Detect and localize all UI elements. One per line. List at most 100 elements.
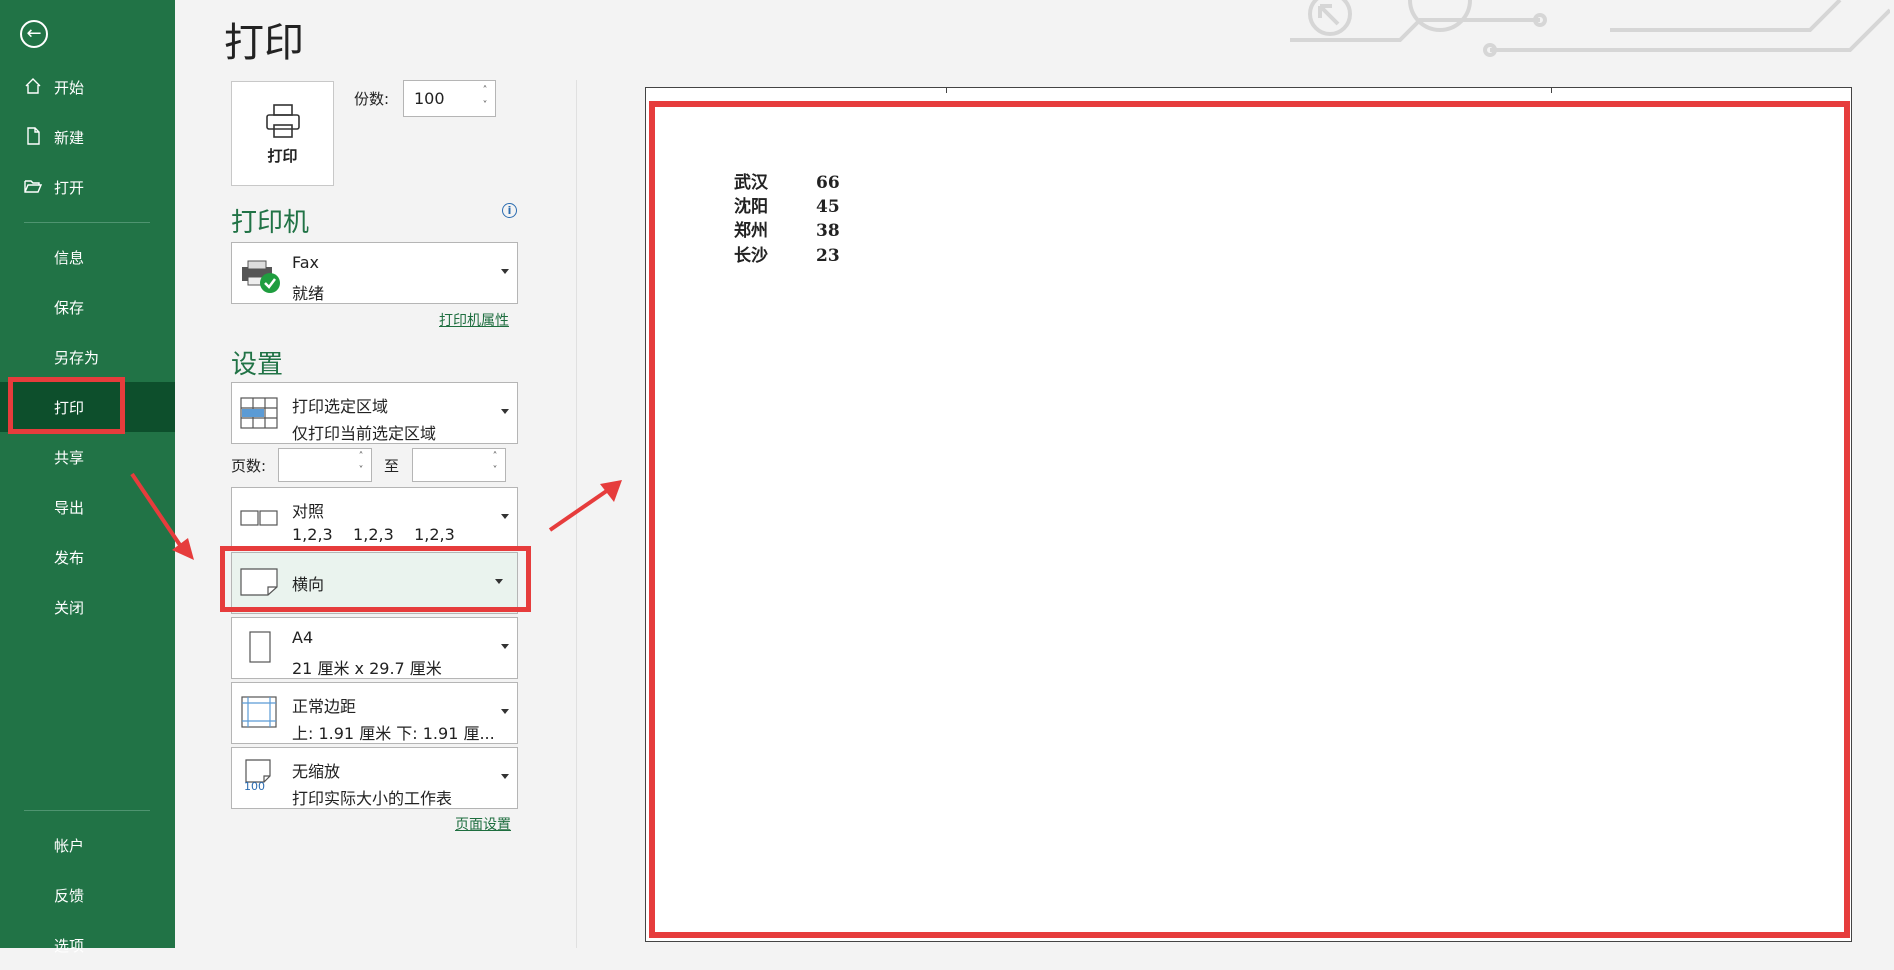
sidebar-item-feedback[interactable]: 反馈: [0, 870, 175, 920]
sidebar-item-account[interactable]: 帐户: [0, 820, 175, 870]
sidebar-item-close[interactable]: 关闭: [0, 582, 175, 632]
printer-status: 就绪: [292, 284, 325, 303]
scaling-dropdown[interactable]: 100 无缩放 打印实际大小的工作表: [231, 747, 518, 809]
copies-input[interactable]: 100 ˄ ˅: [403, 80, 496, 117]
sidebar-item-options[interactable]: 选项: [0, 920, 175, 970]
margins-icon: [241, 696, 277, 728]
paper-size-subtitle: 21 厘米 x 29.7 厘米: [292, 659, 442, 678]
pages-label: 页数:: [231, 457, 267, 475]
preview-row: 沈阳 45: [734, 192, 840, 217]
new-document-icon: [27, 127, 40, 145]
scaling-icon-text: 100: [244, 780, 265, 793]
highlight-box: [8, 377, 125, 434]
sidebar-item-label: 另存为: [54, 348, 100, 367]
preview-value: 45: [816, 197, 840, 217]
sidebar-divider: [24, 222, 150, 223]
collate-title: 对照: [292, 502, 325, 521]
fax-printer-icon: [242, 260, 280, 293]
sidebar-item-label: 发布: [54, 548, 85, 567]
paper-size-dropdown[interactable]: A4 21 厘米 x 29.7 厘米: [231, 617, 518, 679]
spin-down-icon[interactable]: ˅: [355, 466, 367, 476]
sidebar-item-label: 关闭: [54, 598, 85, 617]
preview-row: 武汉 66: [734, 168, 840, 193]
pages-to-input[interactable]: ˄ ˅: [412, 448, 506, 482]
preview-city: 沈阳: [734, 197, 768, 217]
page-setup-link[interactable]: 页面设置: [455, 814, 511, 834]
preview-row: 长沙 23: [734, 241, 840, 266]
annotation-arrow-right: [548, 480, 622, 532]
copies-label: 份数:: [354, 90, 390, 108]
collate-subtitle: 1,2,3 1,2,3 1,2,3: [292, 525, 455, 544]
chevron-down-icon: [501, 409, 509, 414]
sidebar-item-open[interactable]: 打开: [0, 162, 175, 212]
preview-value: 23: [816, 246, 840, 266]
print-area-dropdown[interactable]: 打印选定区域 仅打印当前选定区域: [231, 382, 518, 444]
printer-properties-link[interactable]: 打印机属性: [439, 310, 509, 330]
spin-up-icon[interactable]: ˄: [479, 86, 491, 96]
sidebar-item-label: 导出: [54, 498, 85, 517]
scaling-subtitle: 打印实际大小的工作表: [292, 789, 453, 808]
home-icon: [25, 78, 41, 94]
margins-title: 正常边距: [292, 697, 357, 716]
sidebar-item-label: 保存: [54, 298, 85, 317]
paper-size-title: A4: [292, 628, 314, 647]
preview-city: 长沙: [734, 246, 768, 266]
margins-dropdown[interactable]: 正常边距 上: 1.91 厘米 下: 1.91 厘...: [231, 682, 518, 744]
spin-up-icon[interactable]: ˄: [489, 452, 501, 462]
page-edge-tick: [1551, 88, 1552, 93]
highlight-box: [220, 546, 531, 612]
portrait-page-icon: [249, 631, 271, 663]
annotation-arrow-down: [130, 472, 194, 560]
scaling-title: 无缩放: [292, 762, 341, 781]
back-arrow-icon[interactable]: ←: [20, 20, 48, 48]
circuit-decoration: [1290, 0, 1890, 57]
collate-dropdown[interactable]: 对照 1,2,3 1,2,3 1,2,3: [231, 487, 518, 549]
copies-value: 100: [414, 89, 445, 108]
preview-value: 66: [816, 173, 840, 193]
pages-from-input[interactable]: ˄ ˅: [278, 448, 372, 482]
sidebar-item-label: 共享: [54, 448, 85, 467]
sidebar-item-label: 开始: [54, 78, 85, 97]
sidebar-divider: [24, 810, 150, 811]
print-button[interactable]: 打印: [231, 81, 334, 186]
print-selection-icon: [240, 397, 278, 429]
chevron-down-icon: [501, 514, 509, 519]
settings-section-title: 设置: [231, 350, 284, 380]
chevron-down-icon: [501, 269, 509, 274]
print-area-title: 打印选定区域: [292, 397, 389, 416]
pages-to-label: 至: [384, 457, 400, 475]
preview-city: 武汉: [734, 173, 768, 193]
page-title: 打印: [224, 20, 304, 66]
spin-down-icon[interactable]: ˅: [479, 101, 491, 111]
printer-name: Fax: [292, 253, 320, 272]
margins-subtitle: 上: 1.91 厘米 下: 1.91 厘...: [292, 724, 495, 743]
spin-up-icon[interactable]: ˄: [355, 452, 367, 462]
preview-value: 38: [816, 221, 840, 241]
open-folder-icon: [24, 180, 42, 193]
print-button-label: 打印: [267, 147, 298, 165]
sidebar-item-label: 帐户: [54, 836, 85, 855]
printer-section-title: 打印机: [231, 208, 310, 238]
sidebar-item-label: 打开: [54, 178, 85, 197]
page-edge-tick: [946, 88, 947, 93]
sidebar-item-label: 反馈: [54, 886, 85, 905]
sidebar-item-new[interactable]: 新建: [0, 112, 175, 162]
preview-city: 郑州: [734, 221, 768, 241]
sidebar-item-label: 信息: [54, 248, 85, 267]
chevron-down-icon: [501, 774, 509, 779]
chevron-down-icon: [501, 644, 509, 649]
sidebar-item-label: 新建: [54, 128, 85, 147]
chevron-down-icon: [501, 709, 509, 714]
sidebar-item-home[interactable]: 开始: [0, 62, 175, 112]
print-area-subtitle: 仅打印当前选定区域: [292, 424, 437, 443]
sidebar-item-label: 选项: [54, 936, 85, 955]
sidebar-item-save-as[interactable]: 另存为: [0, 332, 175, 382]
printer-dropdown[interactable]: Fax 就绪: [231, 242, 518, 304]
info-icon[interactable]: i: [502, 203, 517, 218]
sidebar-item-save[interactable]: 保存: [0, 282, 175, 332]
spin-down-icon[interactable]: ˅: [489, 466, 501, 476]
preview-row: 郑州 38: [734, 216, 840, 241]
sidebar-item-info[interactable]: 信息: [0, 232, 175, 282]
printer-icon: [265, 104, 300, 138]
collate-icon: [240, 510, 278, 526]
